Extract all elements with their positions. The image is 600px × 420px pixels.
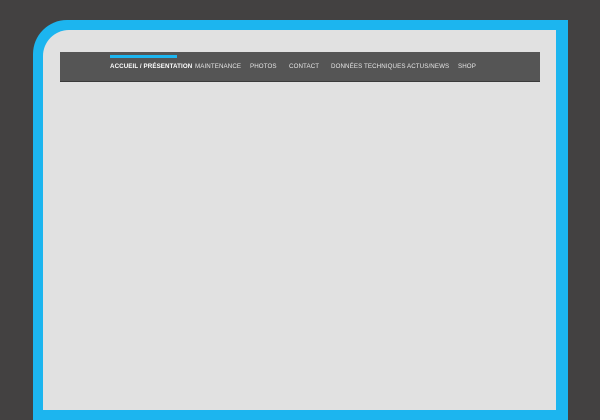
nav-item-actus-news[interactable]: ACTUS/NEWS: [407, 52, 449, 82]
active-tab-indicator: [110, 55, 177, 58]
nav-item-contact[interactable]: CONTACT: [289, 52, 319, 82]
nav-item-photos[interactable]: PHOTOS: [250, 52, 277, 82]
nav-item-shop[interactable]: SHOP: [458, 52, 476, 82]
content-area: [43, 30, 556, 410]
nav-item-donnees-techniques[interactable]: DONNÉES TECHNIQUES: [331, 52, 406, 82]
nav-item-maintenance[interactable]: MAINTENANCE: [195, 52, 241, 82]
